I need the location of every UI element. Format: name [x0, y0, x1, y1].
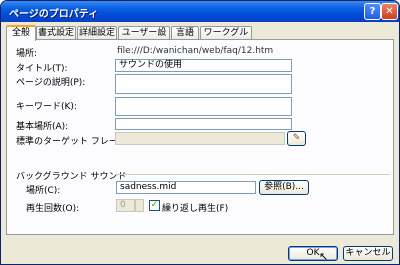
- close-button[interactable]: ✕: [381, 3, 398, 20]
- loop-label: 再生回数(O):: [26, 204, 80, 214]
- target-frame-button[interactable]: ✎: [287, 131, 306, 146]
- description-field[interactable]: [115, 74, 292, 94]
- ok-button[interactable]: OK: [288, 246, 338, 261]
- close-icon: ✕: [385, 6, 394, 17]
- tab-language[interactable]: 言語: [171, 26, 199, 39]
- description-label: ページの説明(P):: [16, 78, 86, 88]
- pencil-icon: ✎: [292, 133, 301, 143]
- tab-general[interactable]: 全般: [6, 25, 36, 41]
- target-frame-field: [115, 132, 285, 145]
- keywords-field[interactable]: [115, 97, 292, 116]
- base-location-label: 基本場所(A):: [16, 122, 69, 132]
- forever-checkbox[interactable]: ✓: [149, 200, 160, 211]
- tab-formatting[interactable]: 書式設定: [36, 26, 76, 39]
- window-title: ページのプロパティ: [9, 9, 99, 20]
- sound-location-label: 場所(C):: [26, 186, 61, 196]
- sound-location-field[interactable]: sadness.mid: [116, 181, 256, 194]
- tab-advanced[interactable]: 詳細設定: [77, 26, 117, 39]
- general-panel: 場所: file:///D:/wanichan/web/faq/12.htm タ…: [6, 39, 394, 235]
- group-divider: [115, 174, 390, 175]
- title-label: タイトル(T):: [16, 64, 68, 74]
- title-bar[interactable]: ページのプロパティ ? ✕: [1, 1, 399, 22]
- page-properties-dialog: ページのプロパティ ? ✕ 全般 書式設定 詳細設定 ユーザー設定 言語 ワーク…: [0, 0, 400, 265]
- browse-button[interactable]: 参照(B)...: [259, 180, 309, 195]
- mouse-cursor-icon: ↖: [319, 250, 329, 263]
- loop-spinner: [135, 199, 144, 212]
- bg-sound-group-label: バックグラウンド サウンド: [16, 172, 127, 182]
- help-button[interactable]: ?: [364, 3, 381, 20]
- help-icon: ?: [369, 6, 376, 17]
- title-field[interactable]: サウンドの使用: [115, 59, 292, 72]
- forever-label[interactable]: 繰り返し再生(F): [162, 201, 228, 214]
- location-value: file:///D:/wanichan/web/faq/12.htm: [117, 46, 274, 56]
- tab-custom[interactable]: ユーザー設定: [118, 26, 170, 50]
- keywords-label: キーワード(K):: [16, 102, 77, 112]
- checkmark-icon: ✓: [150, 200, 159, 210]
- base-location-field[interactable]: [115, 118, 292, 130]
- loop-count-field: 0: [116, 199, 135, 212]
- cancel-button[interactable]: キャンセル: [343, 246, 393, 261]
- tab-workgroup[interactable]: ワークグループ: [200, 26, 252, 50]
- location-label: 場所:: [16, 49, 38, 59]
